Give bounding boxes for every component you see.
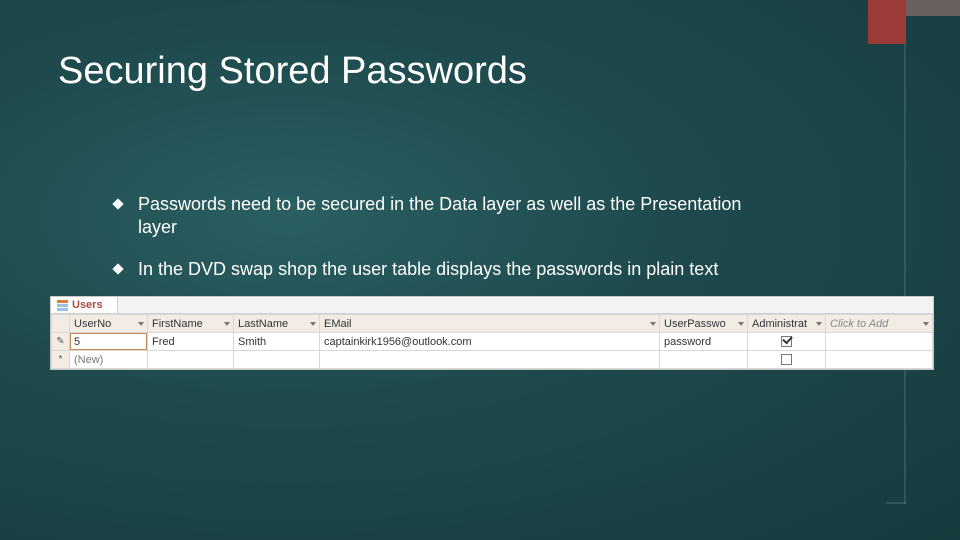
cell-firstname[interactable]: Fred <box>148 333 234 351</box>
col-header-email[interactable]: EMail <box>320 315 660 333</box>
cell-empty[interactable] <box>148 351 234 369</box>
corner-accent-block <box>868 0 906 44</box>
corner-accent-bottom-tick <box>886 502 906 504</box>
dropdown-icon <box>310 322 316 326</box>
dropdown-icon <box>224 322 230 326</box>
diamond-bullet-icon <box>112 263 123 274</box>
table-icon <box>57 300 68 311</box>
bullet-list: Passwords need to be secured in the Data… <box>114 193 756 281</box>
cell-userno-new[interactable]: (New) <box>70 351 148 369</box>
datasheet-screenshot: Users · UserNo FirstName LastName EMail … <box>50 296 934 370</box>
users-table: · UserNo FirstName LastName EMail UserPa… <box>51 314 933 369</box>
checkbox-checked-icon <box>781 336 792 347</box>
checkbox-unchecked-icon <box>781 354 792 365</box>
col-header-userpassword[interactable]: UserPasswo <box>660 315 748 333</box>
datasheet-tab-label: Users <box>72 299 103 311</box>
dropdown-icon <box>816 322 822 326</box>
bullet-text: In the DVD swap shop the user table disp… <box>138 259 718 279</box>
table-new-row[interactable]: * (New) <box>52 351 933 369</box>
dropdown-icon <box>923 322 929 326</box>
slide-title: Securing Stored Passwords <box>58 50 896 93</box>
cell-empty[interactable] <box>826 333 933 351</box>
cell-empty[interactable] <box>826 351 933 369</box>
cell-userno[interactable]: 5 <box>70 333 148 351</box>
col-header-click-to-add[interactable]: Click to Add <box>826 315 933 333</box>
col-header-administrator[interactable]: Administrat <box>748 315 826 333</box>
bullet-item: Passwords need to be secured in the Data… <box>114 193 756 238</box>
dropdown-icon <box>650 322 656 326</box>
dropdown-icon <box>138 322 144 326</box>
datasheet-tab-bar: Users <box>51 297 933 314</box>
cell-email[interactable]: captainkirk1956@outlook.com <box>320 333 660 351</box>
cell-administrator-new[interactable] <box>748 351 826 369</box>
row-selector[interactable]: ✎ <box>52 333 70 351</box>
col-header-lastname[interactable]: LastName <box>234 315 320 333</box>
cell-administrator[interactable] <box>748 333 826 351</box>
bullet-item: In the DVD swap shop the user table disp… <box>114 258 756 281</box>
cell-empty[interactable] <box>234 351 320 369</box>
cell-empty[interactable] <box>660 351 748 369</box>
row-selector-new[interactable]: * <box>52 351 70 369</box>
cell-userpassword[interactable]: password <box>660 333 748 351</box>
corner-accent-vertical-line <box>904 44 906 504</box>
cell-empty[interactable] <box>320 351 660 369</box>
dropdown-icon <box>738 322 744 326</box>
col-header-userno[interactable]: UserNo <box>70 315 148 333</box>
cell-lastname[interactable]: Smith <box>234 333 320 351</box>
datasheet-tab-users[interactable]: Users <box>51 297 118 313</box>
col-header-firstname[interactable]: FirstName <box>148 315 234 333</box>
bullet-text: Passwords need to be secured in the Data… <box>138 194 741 237</box>
row-selector-header[interactable]: · <box>52 315 70 333</box>
diamond-bullet-icon <box>112 198 123 209</box>
table-header-row: · UserNo FirstName LastName EMail UserPa… <box>52 315 933 333</box>
table-row[interactable]: ✎ 5 Fred Smith captainkirk1956@outlook.c… <box>52 333 933 351</box>
